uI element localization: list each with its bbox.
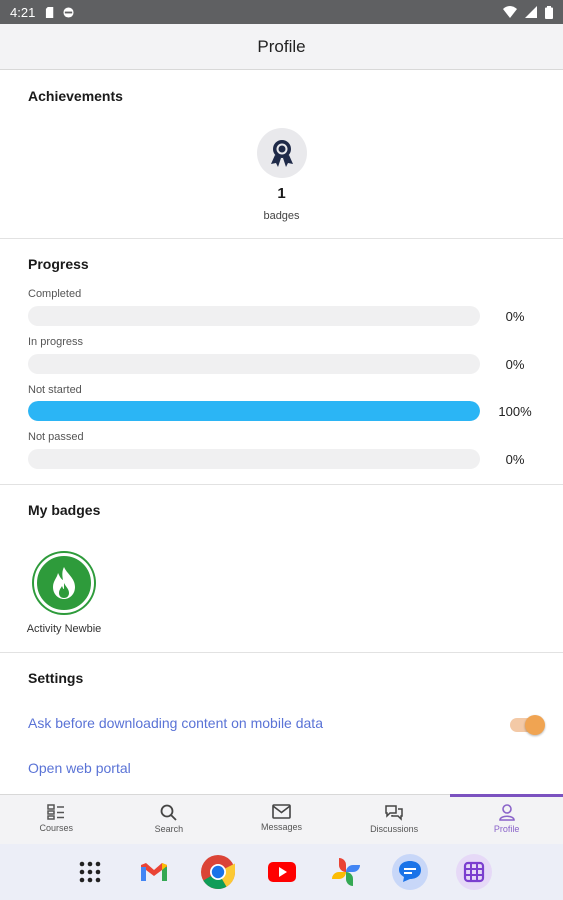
page-title: Profile [257, 36, 306, 56]
settings-title: Settings [28, 670, 84, 686]
badges-count: 1 [277, 185, 286, 202]
tab-search[interactable]: Search [113, 795, 226, 844]
badge-name: Activity Newbie [26, 623, 102, 635]
badges-count-label: badges [263, 210, 300, 222]
courses-icon [47, 804, 65, 820]
search-icon [160, 804, 178, 821]
mobile-data-toggle[interactable] [510, 715, 545, 735]
progress-value-not-passed: 0% [505, 452, 525, 467]
progress-title: Progress [28, 256, 89, 272]
progress-bar-not-started [28, 401, 480, 421]
gmail-icon[interactable] [122, 861, 186, 883]
chrome-icon[interactable] [186, 854, 250, 890]
tab-profile[interactable]: Profile [450, 794, 563, 844]
achievements-section: Achievements 1 badges [0, 71, 563, 239]
tab-messages[interactable]: Messages [225, 795, 338, 844]
photos-icon[interactable] [314, 858, 378, 886]
open-web-portal-link[interactable]: Open web portal [28, 760, 131, 776]
app-icon[interactable] [442, 853, 506, 891]
mail-icon [272, 804, 291, 819]
messages-app-icon[interactable] [378, 853, 442, 891]
award-ribbon-icon [271, 140, 293, 167]
status-time: 4:21 [10, 4, 36, 20]
discussions-icon [385, 805, 403, 821]
progress-bar-not-passed [28, 449, 480, 469]
badge-activity-newbie[interactable] [34, 553, 94, 613]
tab-discussions[interactable]: Discussions [338, 795, 451, 844]
progress-label-in-progress: In progress [28, 336, 84, 348]
tab-discussions-label: Discussions [370, 824, 419, 834]
tab-profile-label: Profile [493, 824, 520, 834]
my-badges-section: My badges Activity Newbie [0, 485, 563, 653]
progress-fill-not-started [28, 401, 480, 421]
progress-label-completed: Completed [28, 288, 82, 300]
toggle-knob [525, 715, 545, 735]
progress-bar-in-progress [28, 354, 480, 374]
sync-icon [63, 6, 74, 18]
profile-icon [498, 804, 515, 821]
progress-value-in-progress: 0% [505, 357, 525, 372]
signal-icon [525, 6, 537, 18]
tab-courses-label: Courses [39, 823, 74, 833]
settings-section: Settings Ask before downloading content … [0, 653, 563, 794]
progress-value-not-started: 100% [498, 404, 532, 419]
achievement-icon [257, 128, 307, 178]
wifi-icon [503, 6, 517, 18]
my-badges-title: My badges [28, 502, 101, 518]
progress-section: Progress Completed 0% In progress 0% Not… [0, 239, 563, 485]
youtube-icon[interactable] [250, 862, 314, 882]
app-bar: Profile [0, 24, 563, 70]
status-bar: 4:21 [0, 0, 563, 24]
tab-courses[interactable]: Courses [0, 795, 113, 844]
app-drawer-icon[interactable] [58, 860, 122, 884]
mobile-data-setting-label[interactable]: Ask before downloading content on mobile… [28, 715, 323, 731]
progress-label-not-started: Not started [28, 384, 82, 396]
flame-icon [53, 567, 75, 599]
tab-search-label: Search [154, 824, 184, 834]
battery-icon [545, 5, 553, 19]
progress-label-not-passed: Not passed [28, 431, 84, 443]
progress-value-completed: 0% [505, 309, 525, 324]
achievements-title: Achievements [28, 88, 123, 104]
tab-messages-label: Messages [260, 822, 302, 832]
sim-card-icon [46, 6, 54, 18]
bottom-tab-bar: Courses Search Messages Discussions Prof… [0, 794, 563, 844]
system-dock [0, 844, 563, 900]
progress-bar-completed [28, 306, 480, 326]
